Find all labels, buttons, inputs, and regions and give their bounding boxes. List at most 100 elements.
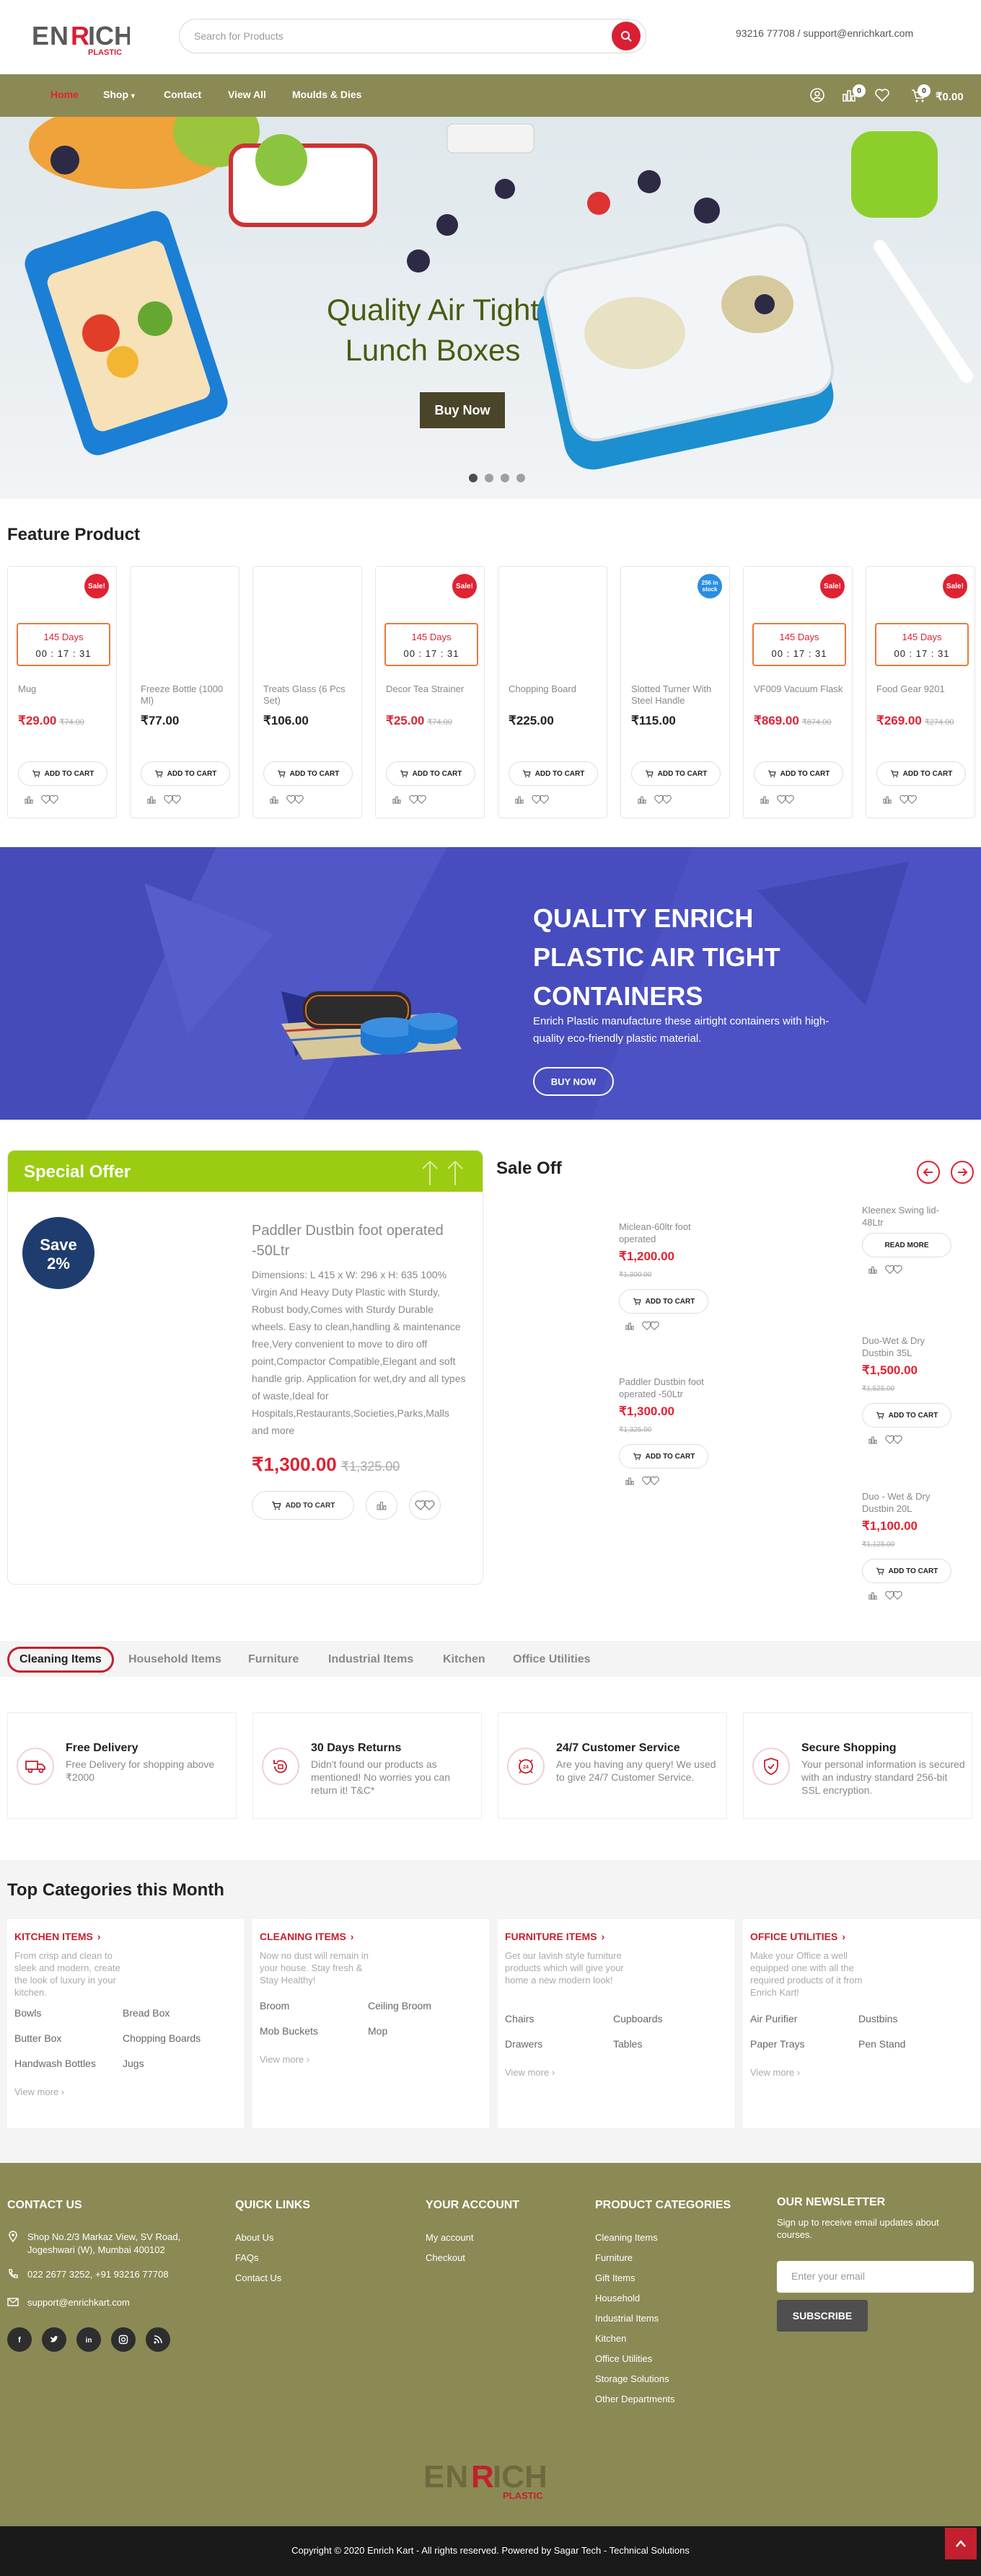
footer-category-link[interactable]: Furniture xyxy=(595,2252,633,2263)
category-link[interactable]: Chopping Boards xyxy=(123,2032,201,2044)
offer-product-title[interactable]: Paddler Dustbin foot operated -50Ltr xyxy=(252,1221,461,1261)
footer-category-link[interactable]: Household xyxy=(595,2293,640,2303)
footer-category-link[interactable]: Gift Items xyxy=(595,2272,635,2283)
search-input[interactable]: Search for Products xyxy=(179,19,646,53)
category-link[interactable]: Mop xyxy=(368,2025,387,2037)
footer-email[interactable]: support@enrichkart.com xyxy=(27,2297,130,2308)
wishlist-icon[interactable] xyxy=(530,795,550,805)
product-name[interactable]: Chopping Board xyxy=(509,683,601,695)
wishlist-icon[interactable] xyxy=(408,795,428,805)
nav-home[interactable]: Home xyxy=(50,89,79,100)
nav-contact[interactable]: Contact xyxy=(164,89,201,100)
product-card[interactable]: Sale! 145 Days 00 : 17 : 31 Decor Tea Strai… xyxy=(375,566,485,818)
wishlist-icon[interactable] xyxy=(884,1590,904,1601)
category-link[interactable]: Ceiling Broom xyxy=(368,2000,431,2011)
user-icon[interactable] xyxy=(809,87,825,103)
compare-icon[interactable] xyxy=(868,1590,878,1601)
category-link[interactable]: Butter Box xyxy=(14,2032,61,2044)
footer-link-contact[interactable]: Contact Us xyxy=(235,2272,281,2283)
category-link[interactable]: Air Purifier xyxy=(750,2013,797,2024)
add-to-cart-button[interactable]: ADD TO CART xyxy=(862,1403,951,1428)
wishlist-icon[interactable] xyxy=(775,795,796,805)
footer-category-link[interactable]: Kitchen xyxy=(595,2333,626,2344)
wishlist-icon[interactable] xyxy=(884,1265,904,1275)
product-name[interactable]: VF009 Vacuum Flask xyxy=(754,683,846,695)
compare-icon[interactable] xyxy=(269,795,279,805)
add-to-cart-button[interactable]: ADD TO CART xyxy=(141,761,230,786)
search-button[interactable] xyxy=(612,22,641,50)
wishlist-icon[interactable] xyxy=(898,795,918,805)
wishlist-icon[interactable] xyxy=(874,87,890,103)
wishlist-icon[interactable] xyxy=(884,1435,904,1445)
add-to-cart-button[interactable]: ADD TO CART xyxy=(631,761,721,786)
subscribe-button[interactable]: SUBSCRIBE xyxy=(777,2300,868,2332)
footer-link-faqs[interactable]: FAQs xyxy=(235,2252,259,2263)
wishlist-icon[interactable] xyxy=(162,795,182,805)
footer-link-about[interactable]: About Us xyxy=(235,2232,273,2243)
footer-link-my-account[interactable]: My account xyxy=(426,2232,473,2243)
add-to-cart-button[interactable]: ADD TO CART xyxy=(619,1444,708,1469)
newsletter-email-input[interactable]: Enter your email xyxy=(777,2261,974,2293)
footer-link-checkout[interactable]: Checkout xyxy=(426,2252,465,2263)
category-link[interactable]: Broom xyxy=(260,2000,289,2011)
wishlist-icon[interactable] xyxy=(653,795,673,805)
category-link[interactable]: Drawers xyxy=(505,2038,542,2050)
read-more-button[interactable]: READ MORE xyxy=(862,1233,951,1257)
category-heading[interactable]: KITCHEN ITEMS › xyxy=(14,1931,101,1942)
sale-item-name[interactable]: Duo-Wet & Dry Dustbin 35L xyxy=(862,1335,952,1359)
category-link[interactable]: Handwash Bottles xyxy=(14,2058,96,2069)
compare-icon[interactable] xyxy=(868,1435,878,1445)
compare-icon[interactable] xyxy=(24,795,34,805)
view-more-link[interactable]: View more › xyxy=(260,2054,309,2065)
view-more-link[interactable]: View more › xyxy=(14,2086,64,2097)
tab-furniture[interactable]: Furniture xyxy=(248,1647,299,1673)
compare-icon[interactable] xyxy=(514,795,524,805)
category-link[interactable]: Pen Stand xyxy=(858,2038,905,2050)
add-to-cart-button[interactable]: ADD TO CART xyxy=(386,761,475,786)
product-card[interactable]: Treats Glass (6 Pcs Set) ₹106.00 ADD TO CA… xyxy=(252,566,362,818)
category-link[interactable]: Jugs xyxy=(123,2058,144,2069)
compare-icon[interactable] xyxy=(625,1476,635,1486)
footer-category-link[interactable]: Other Departments xyxy=(595,2394,675,2404)
twitter-icon[interactable] xyxy=(42,2327,66,2352)
view-more-link[interactable]: View more › xyxy=(750,2067,800,2078)
product-card[interactable]: Freeze Bottle (1000 Ml) ₹77.00 ADD TO CART xyxy=(130,566,239,818)
category-link[interactable]: Cupboards xyxy=(613,2013,663,2024)
view-more-link[interactable]: View more › xyxy=(505,2067,555,2078)
compare-icon[interactable] xyxy=(868,1265,878,1275)
wishlist-icon[interactable] xyxy=(641,1476,661,1486)
footer-category-link[interactable]: Industrial Items xyxy=(595,2313,659,2324)
category-heading[interactable]: CLEANING ITEMS › xyxy=(260,1931,353,1942)
footer-category-link[interactable]: Cleaning Items xyxy=(595,2232,658,2243)
footer-logo[interactable]: EN R ICH PLASTIC xyxy=(422,2454,566,2505)
category-link[interactable]: Mob Buckets xyxy=(260,2025,318,2037)
footer-category-link[interactable]: Storage Solutions xyxy=(595,2373,669,2384)
site-logo[interactable]: EN R ICH PLASTIC xyxy=(29,16,130,59)
nav-shop[interactable]: Shop ▾ xyxy=(103,89,135,100)
footer-category-link[interactable]: Office Utilities xyxy=(595,2353,652,2364)
add-to-cart-button[interactable]: ADD TO CART xyxy=(18,761,107,786)
category-link[interactable]: Paper Trays xyxy=(750,2038,804,2050)
slider-dot[interactable] xyxy=(501,474,509,482)
sale-item-name[interactable]: Duo - Wet & Dry Dustbin 20L xyxy=(862,1490,952,1515)
compare-icon[interactable] xyxy=(760,795,770,805)
wishlist-icon[interactable] xyxy=(285,795,305,805)
nav-view-all[interactable]: View All xyxy=(228,89,266,100)
sale-item-name[interactable]: Paddler Dustbin foot operated -50Ltr xyxy=(619,1376,709,1400)
compare-icon[interactable] xyxy=(882,795,892,805)
product-card[interactable]: Chopping Board ₹225.00 ADD TO CART xyxy=(498,566,607,818)
slider-dot[interactable] xyxy=(516,474,525,482)
slider-dot[interactable] xyxy=(469,474,478,482)
tab-office-utilities[interactable]: Office Utilities xyxy=(513,1647,591,1673)
next-arrow-icon[interactable] xyxy=(951,1161,974,1184)
tab-industrial-items[interactable]: Industrial Items xyxy=(328,1647,413,1673)
offer-add-to-cart-button[interactable]: ADD TO CART xyxy=(252,1491,354,1520)
product-name[interactable]: Freeze Bottle (1000 Ml) xyxy=(141,683,233,707)
category-link[interactable]: Tables xyxy=(613,2038,642,2050)
rss-icon[interactable] xyxy=(146,2327,170,2352)
hero-buy-now-button[interactable]: Buy Now xyxy=(420,392,505,428)
add-to-cart-button[interactable]: ADD TO CART xyxy=(754,761,843,786)
add-to-cart-button[interactable]: ADD TO CART xyxy=(862,1559,951,1583)
banner-buy-now-button[interactable]: BUY NOW xyxy=(533,1067,614,1096)
add-to-cart-button[interactable]: ADD TO CART xyxy=(876,761,966,786)
